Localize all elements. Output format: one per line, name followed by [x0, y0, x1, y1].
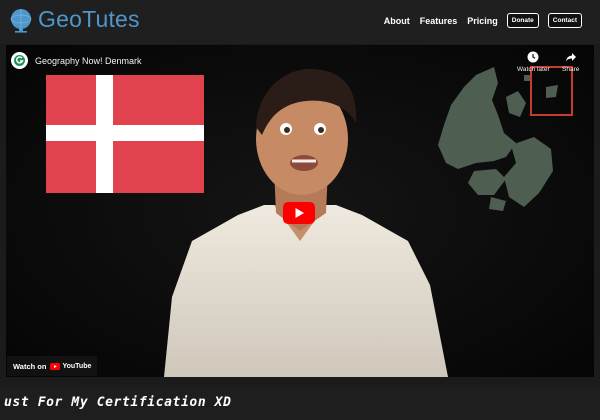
nav-about-link[interactable]: About — [384, 16, 410, 26]
donate-button[interactable]: Donate — [506, 13, 539, 28]
clock-icon — [527, 51, 539, 63]
top-navbar: GeoTutes About Features Pricing Donate C… — [0, 0, 600, 44]
denmark-flag — [46, 75, 204, 193]
globe-icon — [10, 8, 32, 33]
video-player[interactable]: Geography Now! Denmark Watch later Share… — [6, 45, 594, 377]
video-title-bar: Geography Now! Denmark — [11, 52, 142, 69]
watch-on-label: Watch on — [13, 361, 47, 371]
caption-bar: ust For My Certification XD — [0, 385, 600, 420]
share-label: Share — [562, 66, 580, 73]
share-button[interactable]: Share — [562, 51, 579, 73]
nav-features-link[interactable]: Features — [420, 16, 458, 26]
brand-name: GeoTutes — [38, 6, 140, 32]
brand-logo[interactable]: GeoTutes — [8, 6, 140, 33]
watch-later-button[interactable]: Watch later — [517, 51, 550, 73]
play-icon[interactable] — [283, 202, 315, 224]
nav-pricing-link[interactable]: Pricing — [467, 16, 498, 26]
caption-text: ust For My Certification XD — [4, 395, 232, 410]
youtube-logo-icon: YouTube — [50, 362, 92, 370]
watch-on-youtube-button[interactable]: Watch on YouTube — [7, 356, 98, 376]
video-title[interactable]: Geography Now! Denmark — [35, 56, 142, 66]
watch-later-label: Watch later — [517, 66, 550, 73]
youtube-wordmark: YouTube — [62, 362, 92, 370]
channel-logo-icon[interactable] — [11, 52, 28, 69]
nav-links: About Features Pricing Donate Contact — [374, 13, 582, 28]
contact-button[interactable]: Contact — [547, 13, 582, 28]
app-frame: GeoTutes About Features Pricing Donate C… — [0, 0, 600, 420]
share-arrow-icon — [565, 53, 576, 62]
